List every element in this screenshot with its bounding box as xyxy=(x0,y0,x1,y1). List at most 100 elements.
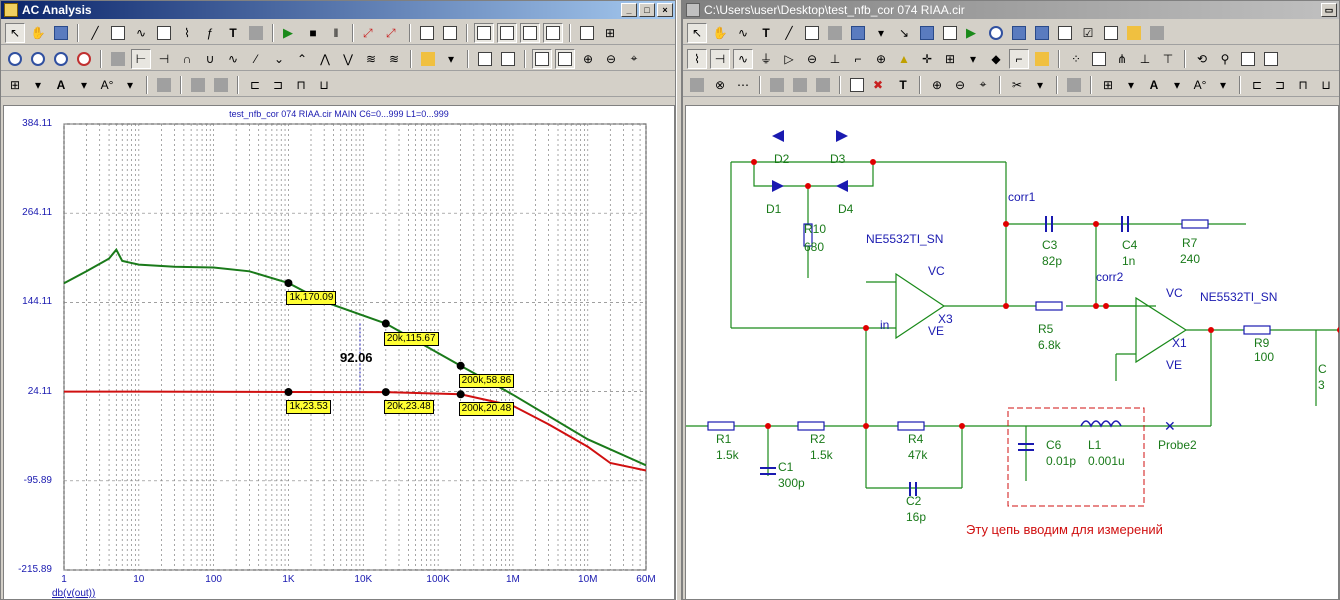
component-label[interactable]: 1.5k xyxy=(716,448,739,462)
wave2-icon[interactable]: ≋ xyxy=(384,49,404,69)
maximize-button[interactable]: □ xyxy=(639,3,655,17)
component-label[interactable]: R5 xyxy=(1038,322,1053,336)
component-label[interactable]: C3 xyxy=(1042,238,1057,252)
select-arrow-icon[interactable]: ↖ xyxy=(5,22,25,43)
warning-icon[interactable]: ▲ xyxy=(894,49,914,69)
component-label[interactable]: 0.001u xyxy=(1088,454,1125,468)
component-label[interactable]: R9 xyxy=(1254,336,1269,350)
component-label[interactable]: R4 xyxy=(908,432,923,446)
schematic-canvas[interactable]: ✕ D2 D3 D1 D4 R10 680 NE5532TI_SN corr1 C3 82p C4 1… xyxy=(685,105,1339,599)
component-label[interactable]: 3 xyxy=(1318,378,1325,392)
tile-icon[interactable] xyxy=(440,23,460,43)
plot-area[interactable]: test_nfb_cor 074 RIAA.cir MAIN C6=0...99… xyxy=(3,105,675,599)
list-icon[interactable] xyxy=(475,49,495,69)
curve-tool-icon[interactable]: ∿ xyxy=(131,23,151,43)
up-icon[interactable]: ⊥ xyxy=(1135,49,1155,69)
ungroup-icon[interactable] xyxy=(211,75,231,95)
component-label[interactable]: C6 xyxy=(1046,438,1061,452)
wire-dropdown-icon[interactable]: ▾ xyxy=(1030,75,1050,95)
cursor1-icon[interactable] xyxy=(5,49,25,69)
zoom-in2-icon[interactable]: ⊕ xyxy=(927,75,947,95)
inductor-icon[interactable]: ∿ xyxy=(733,48,753,69)
component-label[interactable]: 47k xyxy=(908,448,927,462)
fontsize2-dropdown-icon[interactable]: ▾ xyxy=(1213,75,1233,95)
cursor2-icon[interactable] xyxy=(28,49,48,69)
component-label[interactable]: VE xyxy=(928,324,944,338)
component-label[interactable]: R10 xyxy=(804,222,826,236)
wire-icon[interactable]: ∿ xyxy=(733,23,753,43)
align-bottom-icon[interactable]: ⊔ xyxy=(314,75,334,95)
global-high-icon[interactable]: ⋀ xyxy=(315,49,335,69)
component-label[interactable]: VE xyxy=(1166,358,1182,372)
grid2-dropdown-icon[interactable]: ▾ xyxy=(963,49,983,69)
font-size-icon[interactable]: A° xyxy=(97,75,117,95)
align-top-icon[interactable]: ⊓ xyxy=(291,75,311,95)
data-point-label[interactable]: 1k,170.09 xyxy=(286,291,337,306)
peak-icon[interactable]: ⊢ xyxy=(131,48,151,69)
component-label[interactable]: R1 xyxy=(716,432,731,446)
grid3-dropdown-icon[interactable]: ▾ xyxy=(1121,75,1141,95)
blank-icon[interactable] xyxy=(1089,49,1109,69)
stop-circle-icon[interactable]: ⊗ xyxy=(710,75,730,95)
probe-tag-icon[interactable] xyxy=(1032,49,1052,69)
schem-run-icon[interactable]: ▶ xyxy=(963,23,983,43)
align-right2-icon[interactable]: ⊐ xyxy=(1270,75,1290,95)
check-icon[interactable]: ☑ xyxy=(1078,23,1098,43)
align-right-icon[interactable]: ⊐ xyxy=(268,75,288,95)
edit2-icon[interactable] xyxy=(1238,49,1258,69)
properties-icon[interactable] xyxy=(246,23,266,43)
zoom-out-icon[interactable]: ⊖ xyxy=(601,49,621,69)
list2-icon[interactable] xyxy=(1261,49,1281,69)
numeric-icon[interactable] xyxy=(498,49,518,69)
grid-icon[interactable]: ⊞ xyxy=(600,23,620,43)
align-left2-icon[interactable]: ⊏ xyxy=(1247,75,1267,95)
dots-icon[interactable]: ⁘ xyxy=(1066,49,1086,69)
rotate-icon[interactable]: ⟲ xyxy=(1192,49,1212,69)
high-icon[interactable]: ∩ xyxy=(177,49,197,69)
component-label[interactable]: 680 xyxy=(804,240,824,254)
schematic-restore-button[interactable]: ▭ xyxy=(1321,3,1337,17)
component-label[interactable]: D2 xyxy=(774,152,789,166)
layer2-icon[interactable] xyxy=(813,75,833,95)
component-label[interactable]: D1 xyxy=(766,202,781,216)
layer-icon[interactable] xyxy=(154,75,174,95)
top-icon[interactable]: ⌃ xyxy=(292,49,312,69)
component-label[interactable]: C xyxy=(1318,362,1327,376)
component-label[interactable]: VC xyxy=(1166,286,1183,300)
info-icon[interactable] xyxy=(986,23,1006,43)
resistor-icon[interactable]: ⌇ xyxy=(687,48,707,69)
layer3-icon[interactable] xyxy=(1064,75,1084,95)
wire-cut-icon[interactable]: ✂ xyxy=(1007,75,1027,95)
scale2-icon[interactable] xyxy=(555,48,575,69)
trace-icon[interactable]: ⤢ xyxy=(360,23,380,43)
copy-icon[interactable] xyxy=(1055,23,1075,43)
settings-icon[interactable] xyxy=(1147,23,1167,43)
hand-icon[interactable]: ✋ xyxy=(28,23,48,43)
schem-fit-icon[interactable] xyxy=(802,23,822,43)
component-label[interactable]: 300p xyxy=(778,476,805,490)
low-icon[interactable]: ∪ xyxy=(200,49,220,69)
formula-icon[interactable]: ƒ xyxy=(200,23,220,43)
component-label[interactable]: NE5532TI_SN xyxy=(1200,290,1277,304)
ground-icon[interactable]: ⏚ xyxy=(756,49,776,69)
capacitor-icon[interactable]: ⊣ xyxy=(710,48,730,69)
pause-icon[interactable]: ‖ xyxy=(326,23,346,43)
node-icon[interactable]: ⊕ xyxy=(871,49,891,69)
junction-icon[interactable]: ◆ xyxy=(986,49,1006,69)
component-label[interactable]: R7 xyxy=(1182,236,1197,250)
font-size-dropdown-icon[interactable]: ▾ xyxy=(120,75,140,95)
tools-icon[interactable] xyxy=(687,75,707,95)
component-label[interactable]: corr2 xyxy=(1096,270,1123,284)
cross-icon[interactable]: ✛ xyxy=(917,49,937,69)
component-label[interactable]: in xyxy=(880,318,889,332)
font2-dropdown-icon[interactable]: ▾ xyxy=(1167,75,1187,95)
layout3-icon[interactable] xyxy=(520,22,540,43)
schem-chip-icon[interactable] xyxy=(825,23,845,43)
fit-icon[interactable] xyxy=(154,23,174,43)
disk-icon[interactable] xyxy=(1009,23,1029,43)
component-label[interactable]: 82p xyxy=(1042,254,1062,268)
grid-dropdown-icon[interactable]: ▾ xyxy=(28,75,48,95)
edit-icon[interactable] xyxy=(108,49,128,69)
font-dropdown-icon[interactable]: ▾ xyxy=(74,75,94,95)
bottom-icon[interactable]: ⌄ xyxy=(269,49,289,69)
